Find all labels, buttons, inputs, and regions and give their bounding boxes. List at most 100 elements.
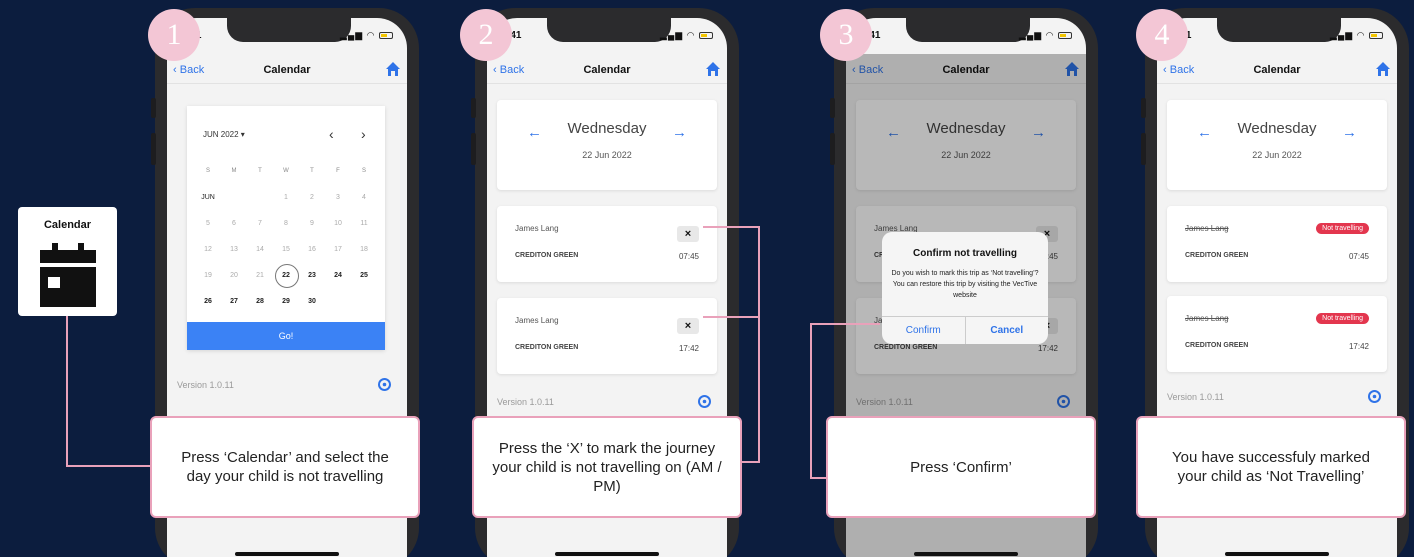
connector-line-2-h [742, 461, 760, 463]
calendar-day[interactable]: 23 [299, 272, 325, 279]
calendar-day[interactable]: 24 [325, 272, 351, 279]
calendar-day[interactable]: 13 [221, 246, 247, 253]
cancel-button[interactable]: Cancel [964, 317, 1049, 344]
calendar-day[interactable]: 19 [195, 272, 221, 279]
weekday-header: S [361, 168, 366, 174]
calendar-day[interactable]: 15 [273, 246, 299, 253]
month-tag: JUN [201, 193, 215, 201]
connector-line-1-v [66, 316, 68, 467]
not-travelling-badge[interactable]: Not travelling [1316, 313, 1369, 324]
home-icon[interactable] [385, 61, 401, 77]
day-date: 22 Jun 2022 [1252, 150, 1302, 160]
calendar-day[interactable]: 5 [195, 220, 221, 227]
calendar-day[interactable]: 10 [325, 220, 351, 227]
calendar-day[interactable]: 4 [351, 194, 377, 201]
calendar-grid: S M T W T F S JUN 1 2 3 4 5 6 7 8 9 10 11 12 13 14 15 16 17 18 19 2… [195, 158, 377, 314]
calendar-day[interactable]: 12 [195, 246, 221, 253]
nav-bar: ‹ Back Calendar [1157, 54, 1397, 84]
connector-line-2-a [703, 226, 760, 228]
step-badge-1: 1 [148, 9, 200, 61]
trip-card-pm: James Lang Not travelling CREDITON GREEN… [1167, 296, 1387, 372]
version-label: Version 1.0.11 [177, 380, 234, 390]
calendar-day[interactable]: 21 [247, 272, 273, 279]
next-day-icon[interactable]: → [672, 124, 687, 141]
dialog-message: Do you wish to mark this trip as ‘Not tr… [891, 270, 1039, 299]
home-indicator [235, 552, 339, 556]
trip-card-am: James Lang × CREDITON GREEN 07:45 [497, 206, 717, 282]
trip-card-pm: James Lang × CREDITON GREEN 17:42 [497, 298, 717, 374]
connector-line-3-h-top [810, 323, 880, 325]
calendar-day[interactable]: 22 [273, 263, 299, 288]
trip-time: 17:42 [678, 344, 699, 353]
nav-bar: ‹ Back Calendar [167, 54, 407, 84]
calendar-day[interactable]: 16 [299, 246, 325, 253]
calendar-icon [40, 243, 96, 307]
connector-line-3-h [810, 477, 826, 479]
home-indicator [555, 552, 659, 556]
calendar-day[interactable]: 3 [325, 194, 351, 201]
calendar-day[interactable]: 18 [351, 246, 377, 253]
calendar-day[interactable]: 14 [247, 246, 273, 253]
weekday-header: T [310, 168, 314, 174]
nav-title: Calendar [1253, 64, 1301, 76]
calendar-day[interactable]: 8 [273, 220, 299, 227]
calendar-day[interactable]: 2 [299, 194, 325, 201]
prev-month-icon[interactable]: ‹ [329, 126, 334, 142]
calendar-day[interactable]: 26 [195, 298, 221, 305]
confirm-button[interactable]: Confirm [882, 317, 965, 344]
day-date: 22 Jun 2022 [582, 150, 632, 160]
step-caption-2: Press the ‘X’ to mark the journey your c… [472, 416, 742, 518]
calendar-day[interactable]: 29 [273, 298, 299, 305]
calendar-picker: JUN 2022 ▾ ‹ › S M T W T F S JUN 1 2 3 4 5 6 7 8 9 10 11 12… [187, 106, 385, 350]
not-travelling-x-button[interactable]: × [677, 226, 699, 242]
trip-time: 07:45 [1348, 252, 1369, 261]
calendar-day[interactable]: 11 [351, 220, 377, 227]
step-caption-4: You have successfuly marked your child a… [1136, 416, 1406, 518]
calendar-day[interactable]: 9 [299, 220, 325, 227]
home-icon[interactable] [1375, 61, 1391, 77]
not-travelling-x-button[interactable]: × [677, 318, 699, 334]
trip-stop: CREDITON GREEN [1185, 342, 1249, 349]
status-icons: ▂▄▆ ◠ [340, 30, 393, 41]
calendar-day[interactable]: 27 [221, 298, 247, 305]
weekday-header: M [231, 168, 237, 174]
trip-stop: CREDITON GREEN [1185, 252, 1249, 259]
step-badge-4: 4 [1136, 9, 1188, 61]
calendar-day[interactable]: 17 [325, 246, 351, 253]
step-caption-1: Press ‘Calendar’ and select the day your… [150, 416, 420, 518]
calendar-tile-label: Calendar [43, 219, 92, 231]
trip-time: 17:42 [1348, 342, 1369, 351]
not-travelling-badge[interactable]: Not travelling [1316, 223, 1369, 234]
nav-bar: ‹ Back Calendar [487, 54, 727, 84]
dialog-title: Confirm not travelling [913, 248, 1017, 259]
trip-passenger: James Lang [515, 224, 559, 233]
step-badge-2: 2 [460, 9, 512, 61]
day-card: ← Wednesday 22 Jun 2022 → [497, 100, 717, 190]
step-badge-3: 3 [820, 9, 872, 61]
settings-gear-icon[interactable] [1368, 390, 1381, 403]
calendar-day[interactable]: 7 [247, 220, 273, 227]
trip-passenger: James Lang [1185, 224, 1229, 233]
calendar-day[interactable]: 6 [221, 220, 247, 227]
calendar-day[interactable]: 1 [273, 194, 299, 201]
calendar-day[interactable]: 28 [247, 298, 273, 305]
calendar-day[interactable]: 20 [221, 272, 247, 279]
weekday-header: S [205, 168, 210, 174]
next-month-icon[interactable]: › [361, 126, 366, 142]
settings-gear-icon[interactable] [698, 395, 711, 408]
go-button[interactable]: Go! [187, 322, 385, 350]
trip-time: 07:45 [678, 252, 699, 261]
calendar-day[interactable]: 25 [351, 272, 377, 279]
nav-title: Calendar [583, 64, 631, 76]
trip-stop: CREDITON GREEN [515, 252, 579, 259]
nav-title: Calendar [263, 64, 311, 76]
calendar-tile[interactable]: Calendar [18, 207, 117, 316]
home-indicator [1225, 552, 1329, 556]
calendar-day[interactable]: 30 [299, 298, 325, 305]
connector-line-2-b [703, 316, 760, 318]
home-icon[interactable] [705, 61, 721, 77]
settings-gear-icon[interactable] [378, 378, 391, 391]
version-label: Version 1.0.11 [497, 397, 554, 407]
month-dropdown[interactable]: JUN 2022 ▾ [203, 130, 245, 139]
next-day-icon[interactable]: → [1342, 124, 1357, 141]
